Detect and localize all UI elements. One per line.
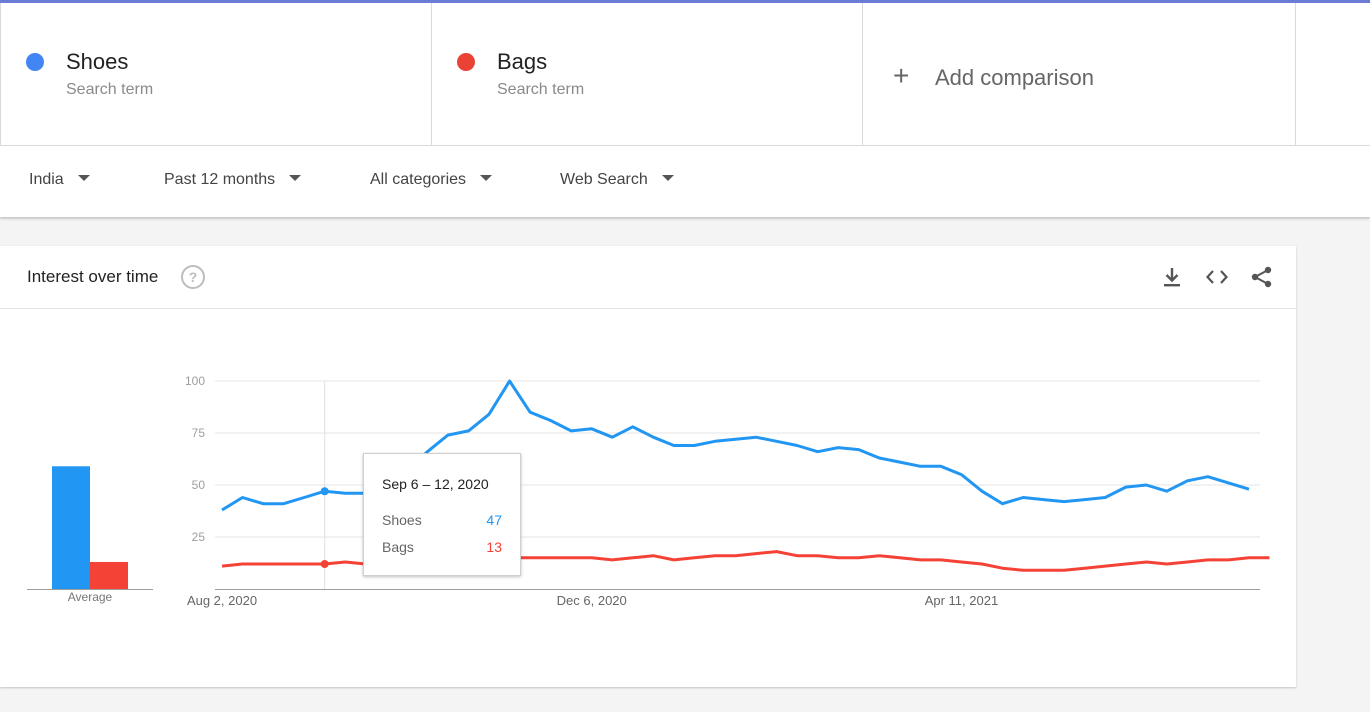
chevron-down-icon xyxy=(289,174,302,181)
region-label: India xyxy=(29,171,64,188)
add-comparison-button[interactable]: + Add comparison xyxy=(862,3,1296,145)
time-range-dropdown[interactable]: Past 12 months xyxy=(164,171,302,189)
y-tick-label: 75 xyxy=(192,426,206,440)
download-icon[interactable] xyxy=(1159,264,1185,290)
x-axis-labels: Aug 2, 2020 Dec 6, 2020 Apr 11, 2021 xyxy=(187,593,998,608)
tooltip-date: Sep 6 – 12, 2020 xyxy=(382,476,489,492)
category-label: All categories xyxy=(370,171,467,188)
term-subtitle-bags: Search term xyxy=(497,81,585,98)
help-icon[interactable]: ? xyxy=(181,265,205,289)
chevron-down-icon xyxy=(661,174,674,181)
y-tick-label: 50 xyxy=(192,478,206,492)
region-dropdown[interactable]: India xyxy=(29,171,90,189)
search-type-label: Web Search xyxy=(560,171,648,188)
tooltip-row-shoes: Shoes 47 xyxy=(382,512,502,528)
x-tick-label: Aug 2, 2020 xyxy=(187,593,257,608)
comparison-bar: Shoes Search term Bags Search term + Add… xyxy=(0,3,1370,146)
tooltip-row-bags: Bags 13 xyxy=(382,539,502,555)
x-tick-label: Apr 11, 2021 xyxy=(925,593,998,608)
term-name-shoes[interactable]: Shoes xyxy=(66,49,128,75)
time-range-label: Past 12 months xyxy=(164,171,276,188)
tooltip-value-bags: 13 xyxy=(486,539,502,555)
y-tick-label: 100 xyxy=(185,374,205,388)
add-comparison-label: Add comparison xyxy=(935,65,1094,90)
chevron-down-icon xyxy=(77,174,90,181)
share-icon[interactable] xyxy=(1249,264,1275,290)
card-header: Interest over time ? xyxy=(0,246,1296,309)
average-label: Average xyxy=(68,590,113,604)
bags-color-dot xyxy=(457,53,475,71)
average-bar-shoes xyxy=(52,466,90,589)
embed-icon[interactable] xyxy=(1204,264,1230,290)
category-dropdown[interactable]: All categories xyxy=(370,171,493,189)
shoes-color-dot xyxy=(26,53,44,71)
average-bar-bags xyxy=(90,561,128,589)
term-card-shoes[interactable]: Shoes Search term xyxy=(0,3,432,145)
interest-over-time-card: Interest over time ? Average 100 75 50 25 A… xyxy=(0,246,1296,687)
chart-tooltip: Sep 6 – 12, 2020 Shoes 47 Bags 13 xyxy=(363,453,521,576)
tooltip-value-shoes: 47 xyxy=(486,512,502,528)
y-tick-label: 25 xyxy=(192,530,206,544)
tooltip-label-shoes: Shoes xyxy=(382,512,422,528)
card-title: Interest over time xyxy=(27,267,159,286)
tooltip-label-bags: Bags xyxy=(382,539,414,555)
search-type-dropdown[interactable]: Web Search xyxy=(560,171,674,189)
x-tick-label: Dec 6, 2020 xyxy=(557,593,627,608)
plus-icon: + xyxy=(893,60,910,91)
chevron-down-icon xyxy=(480,174,493,181)
term-card-bags[interactable]: Bags Search term xyxy=(431,3,863,145)
filter-bar: India Past 12 months All categories Web … xyxy=(0,146,1370,217)
average-bars xyxy=(27,466,153,590)
hover-marker-shoes xyxy=(320,487,329,496)
hover-marker-bags xyxy=(320,560,329,569)
interest-chart[interactable]: Average 100 75 50 25 Aug 2, 2020 Dec 6, 2020… xyxy=(0,308,1296,687)
term-subtitle-shoes: Search term xyxy=(66,81,154,98)
term-name-bags[interactable]: Bags xyxy=(497,49,547,75)
